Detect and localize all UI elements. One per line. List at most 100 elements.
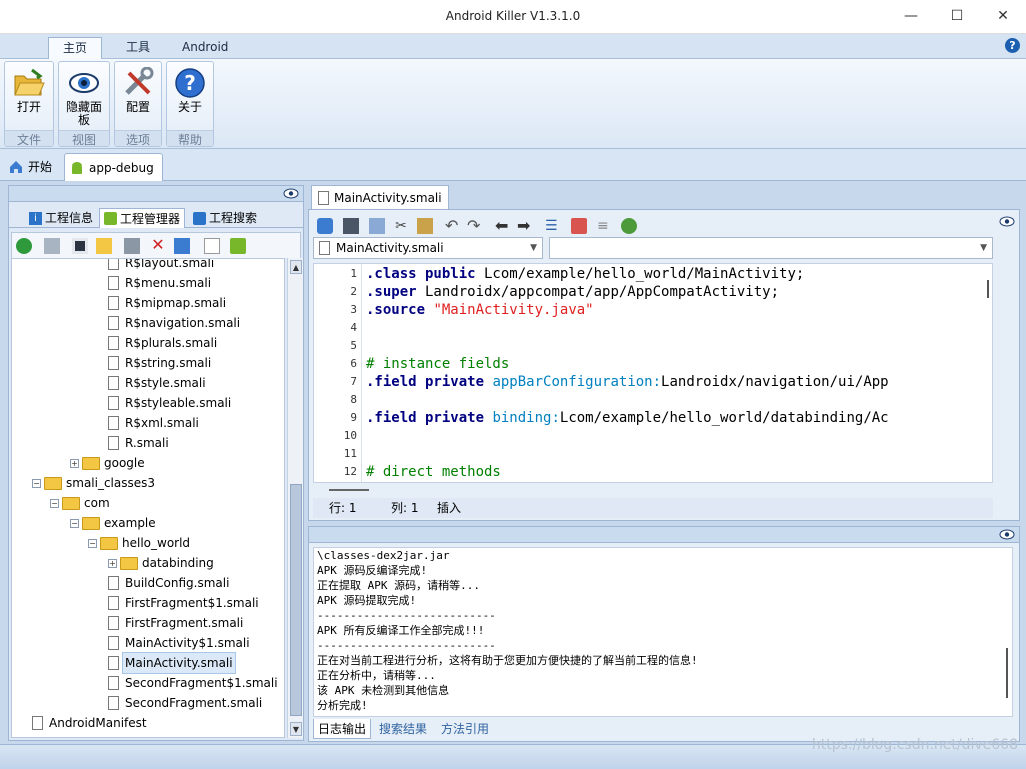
tree-item[interactable]: FirstFragment.smali xyxy=(108,613,243,633)
image-icon[interactable] xyxy=(44,238,60,254)
expand-icon[interactable]: + xyxy=(108,558,117,568)
config-button[interactable]: 配置 xyxy=(117,64,159,128)
maximize-button[interactable]: ☐ xyxy=(934,0,980,32)
line-number: 1 xyxy=(350,267,357,280)
tree-item[interactable]: FirstFragment$1.smali xyxy=(108,593,259,613)
ribbon-tab-home[interactable]: 主页 xyxy=(48,37,103,59)
tree-item[interactable]: BuildConfig.smali xyxy=(108,573,229,593)
tree-item[interactable]: MainActivity$1.smali xyxy=(108,633,250,653)
log-scroll-thumb[interactable] xyxy=(1006,648,1008,698)
redo-icon[interactable]: ↷ xyxy=(467,218,483,234)
ribbon-tab-android[interactable]: Android xyxy=(168,37,242,59)
tree-item[interactable]: − com xyxy=(50,493,110,513)
doc-tab-app-debug[interactable]: app-debug xyxy=(64,153,163,181)
expand-icon[interactable]: + xyxy=(70,458,79,468)
tree-item[interactable]: − example xyxy=(70,513,156,533)
tree-item[interactable]: R.smali xyxy=(108,433,169,453)
home-icon xyxy=(10,161,22,173)
tree-item[interactable]: − smali_classes3 xyxy=(32,473,155,493)
editor-tab-mainactivity[interactable]: MainActivity.smali xyxy=(311,185,449,209)
editor-tab-bar: MainActivity.smali xyxy=(308,185,1020,209)
android-build-icon[interactable] xyxy=(230,238,246,254)
tree-item[interactable]: R$mipmap.smali xyxy=(108,293,226,313)
save-icon[interactable] xyxy=(343,218,359,234)
method-select[interactable]: ▼ xyxy=(549,237,993,259)
cut-icon[interactable]: ✂ xyxy=(393,218,409,234)
tree-item[interactable]: SecondFragment.smali xyxy=(108,693,262,713)
open-folder-icon[interactable] xyxy=(96,238,112,254)
java-icon[interactable] xyxy=(571,218,587,234)
scroll-up-arrow[interactable]: ▲ xyxy=(290,260,302,274)
refresh-icon[interactable] xyxy=(16,238,32,254)
eye-icon[interactable] xyxy=(283,188,299,199)
doc-tab-start-label: 开始 xyxy=(28,160,53,174)
code-scroll-thumb[interactable] xyxy=(987,280,989,298)
copy-icon[interactable] xyxy=(369,218,385,234)
collapse-icon[interactable]: − xyxy=(50,498,59,508)
tree-item[interactable]: R$plurals.smali xyxy=(108,333,217,353)
log-line: 该 APK 未检测到其他信息 xyxy=(317,684,450,697)
paste-icon[interactable] xyxy=(417,218,433,234)
tree-item[interactable]: R$navigation.smali xyxy=(108,313,240,333)
tree-item[interactable]: AndroidManifest xyxy=(32,713,147,733)
collapse-icon[interactable]: − xyxy=(70,518,79,528)
undo-icon[interactable]: ↶ xyxy=(445,218,461,234)
document-icon[interactable] xyxy=(204,238,220,254)
tree-item[interactable]: MainActivity.smali xyxy=(108,652,236,674)
tree-item[interactable]: + google xyxy=(70,453,145,473)
tree-item[interactable]: − hello_world xyxy=(88,533,190,553)
hide-panel-button[interactable]: 隐藏面板 xyxy=(61,64,107,128)
back-arrow-icon[interactable]: ⬅ xyxy=(495,218,511,234)
lock-icon[interactable] xyxy=(317,218,333,234)
file-select[interactable]: MainActivity.smali ▼ xyxy=(313,237,543,259)
eye-icon[interactable] xyxy=(999,529,1015,540)
doc-tab-start[interactable]: 开始 xyxy=(4,153,60,181)
tab-search-results[interactable]: 搜索结果 xyxy=(375,719,431,739)
file-icon xyxy=(318,190,329,205)
open-button[interactable]: 打开 xyxy=(7,64,51,128)
line-number: 12 xyxy=(343,465,357,478)
terminal-icon[interactable] xyxy=(72,238,88,254)
tree-item[interactable]: R$style.smali xyxy=(108,373,206,393)
tab-project-search[interactable]: 工程搜索 xyxy=(189,208,261,228)
code-area[interactable]: 1 2 3 4 5 6 7 8 9 10 11 12 .class public Lcom/examp… xyxy=(313,263,993,483)
delete-icon[interactable]: ✕ xyxy=(150,237,166,253)
tree-item[interactable]: R$menu.smali xyxy=(108,273,211,293)
tree-item[interactable]: R$xml.smali xyxy=(108,413,199,433)
close-button[interactable]: ✕ xyxy=(980,0,1026,32)
collapse-icon[interactable]: − xyxy=(88,538,97,548)
about-button[interactable]: ? 关于 xyxy=(169,64,211,128)
tab-method-references[interactable]: 方法引用 xyxy=(437,719,493,739)
minimize-button[interactable]: — xyxy=(888,0,934,32)
tab-project-manager[interactable]: 工程管理器 xyxy=(99,208,186,228)
tab-project-info[interactable]: i 工程信息 xyxy=(25,208,97,228)
tree-item[interactable]: R$styleable.smali xyxy=(108,393,231,413)
tree-item[interactable]: R$layout.smali xyxy=(108,259,214,273)
run-icon[interactable] xyxy=(621,218,637,234)
log-output[interactable]: \classes-dex2jar.jar APK 源码反编译完成! 正在提取 APK… xyxy=(313,547,1013,717)
list-icon[interactable]: ≡ xyxy=(597,218,613,234)
format-icon[interactable]: ☰ xyxy=(545,218,561,234)
eye-icon[interactable] xyxy=(999,216,1015,227)
help-icon[interactable]: ? xyxy=(1005,38,1020,53)
line-number: 9 xyxy=(350,411,357,424)
code-hscroll-thumb[interactable] xyxy=(329,489,369,491)
collapse-icon[interactable]: − xyxy=(32,478,41,488)
tree-item[interactable]: R$string.smali xyxy=(108,353,211,373)
scroll-thumb[interactable] xyxy=(290,484,302,716)
android-project-icon xyxy=(104,212,117,225)
tab-log-output[interactable]: 日志输出 xyxy=(313,719,372,739)
code-line: .field private appBarConfiguration:Landr… xyxy=(366,373,889,391)
line-number: 2 xyxy=(350,285,357,298)
scroll-down-arrow[interactable]: ▼ xyxy=(290,722,302,736)
forward-arrow-icon[interactable]: ➡ xyxy=(517,218,533,234)
tree-item[interactable]: SecondFragment$1.smali xyxy=(108,673,278,693)
tools-icon xyxy=(125,67,154,95)
code-vertical-scrollbar[interactable] xyxy=(980,264,992,482)
code-horizontal-scrollbar[interactable] xyxy=(313,483,993,495)
tree-scrollbar[interactable]: ▲ ▼ xyxy=(287,258,303,738)
ribbon-tab-tools[interactable]: 工具 xyxy=(112,37,164,59)
tree-item[interactable]: + databinding xyxy=(108,553,214,573)
rename-icon[interactable] xyxy=(174,238,190,254)
bookmark-icon[interactable] xyxy=(124,238,140,254)
